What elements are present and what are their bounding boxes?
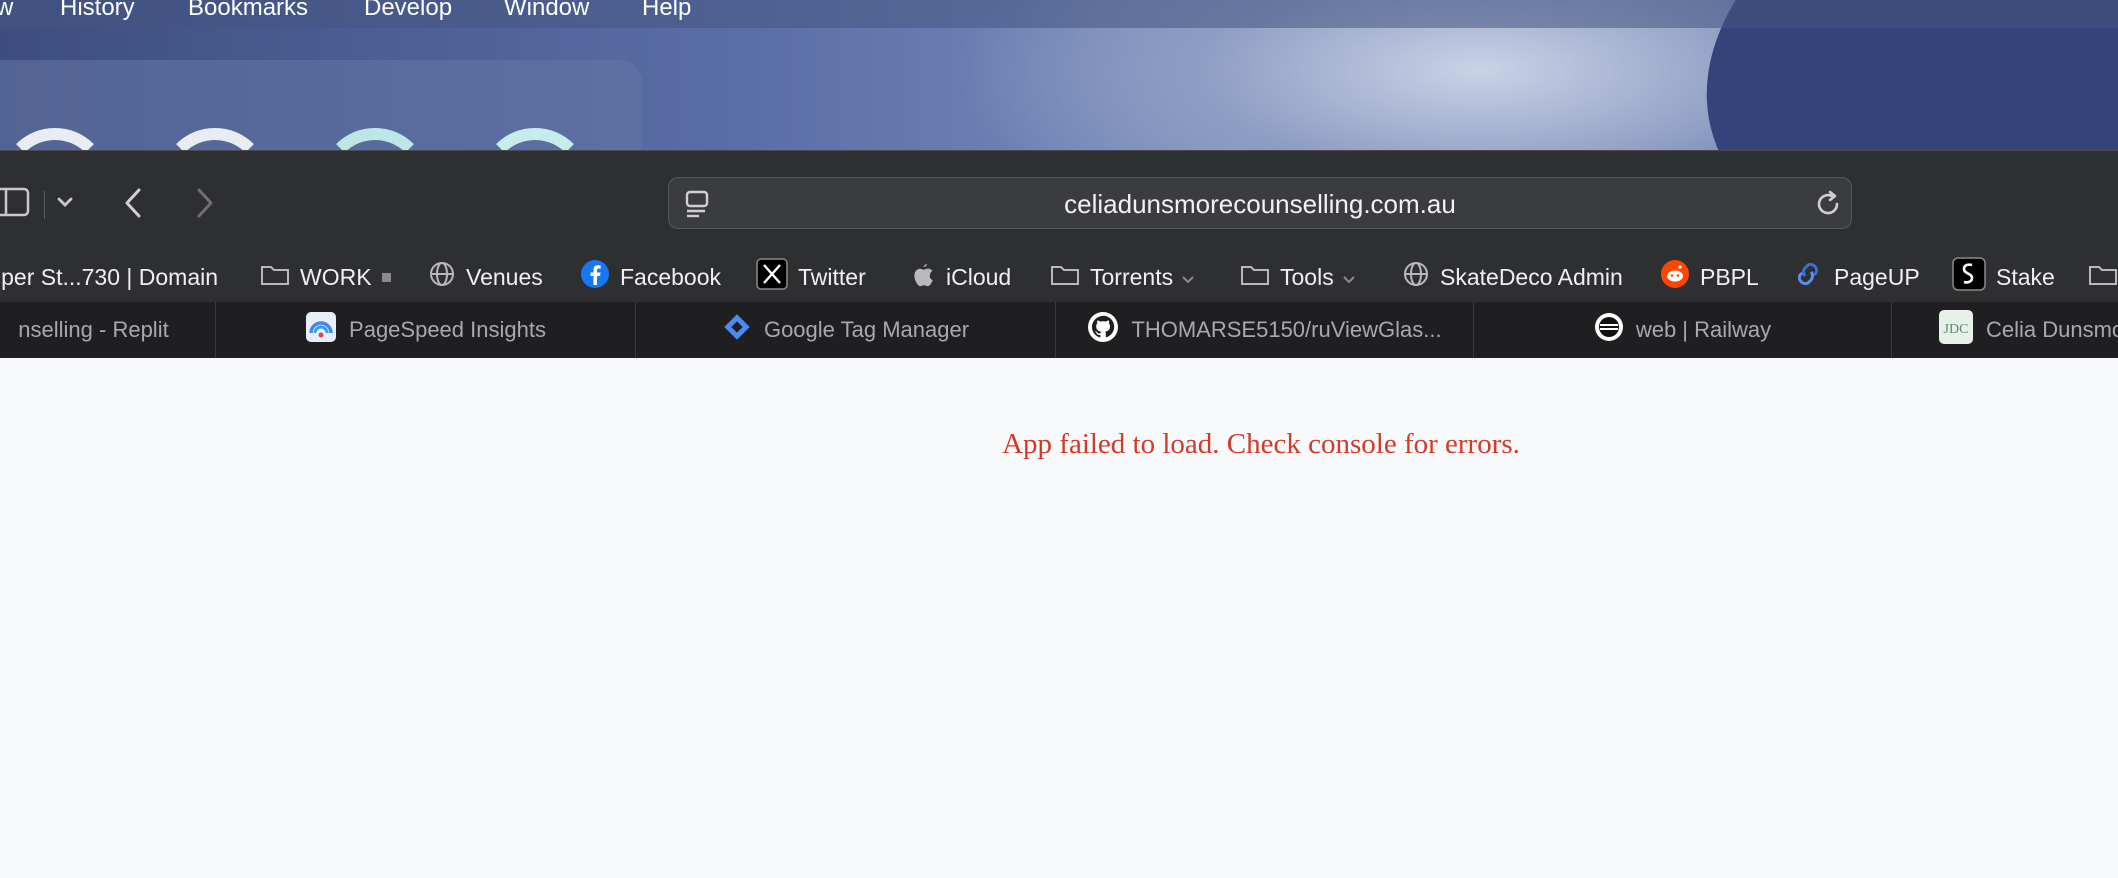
bookmark-label: iCloud: [946, 263, 1012, 290]
tab-label: Celia Dunsmo: [1986, 317, 2118, 342]
globe-icon: [428, 260, 456, 294]
bookmark-pbpl[interactable]: PBPL: [1660, 260, 1759, 294]
address-url[interactable]: celiadunsmorecounselling.com.au: [669, 190, 1851, 218]
tab-google-tag-manager[interactable]: Google Tag Manager: [636, 302, 1056, 358]
tab-label: THOMARSE5150/ruViewGlas...: [1131, 317, 1442, 342]
back-icon[interactable]: [122, 187, 144, 224]
bookmark-label: Twitter: [798, 263, 866, 290]
tab-pagespeed[interactable]: PageSpeed Insights: [216, 302, 636, 358]
bookmark-label: iper St...730 | Domain: [0, 263, 219, 290]
bookmark-label: Stake: [1996, 263, 2055, 290]
pagespeed-icon: [305, 311, 337, 349]
x-icon: [756, 258, 788, 296]
bookmark-twitter[interactable]: Twitter: [756, 258, 866, 296]
menu-item-develop[interactable]: Develop: [364, 0, 452, 22]
tab-replit[interactable]: nselling - Replit: [0, 302, 216, 358]
folder-icon: [1240, 262, 1270, 292]
menu-item-help[interactable]: Help: [642, 0, 691, 22]
tab-bar: nselling - Replit PageSpeed Insights Goo…: [0, 302, 2118, 358]
folder-icon: [1050, 262, 1080, 292]
github-icon: [1087, 311, 1119, 349]
stake-icon: [1952, 257, 1986, 297]
page-content: App failed to load. Check console for er…: [0, 358, 2118, 878]
tab-label: Google Tag Manager: [763, 317, 970, 342]
menu-item-history[interactable]: History: [60, 0, 135, 22]
facebook-icon: [580, 259, 610, 295]
bookmark-folder-tools[interactable]: Tools: [1240, 260, 1356, 294]
bookmark-skatedeco-admin[interactable]: SkateDeco Admin: [1402, 260, 1623, 294]
chevron-down-icon[interactable]: [56, 195, 74, 214]
menu-item-window[interactable]: Window: [504, 0, 589, 22]
bookmark-label: Facebook: [620, 263, 722, 290]
bookmark-icloud[interactable]: iCloud: [910, 260, 1011, 294]
menu-item-bookmarks[interactable]: Bookmarks: [188, 0, 308, 22]
address-bar[interactable]: celiadunsmorecounselling.com.au: [668, 177, 1852, 229]
bookmark-label: Torrents: [1090, 263, 1174, 290]
gtm-icon: [722, 312, 752, 348]
bookmark-label: PageUP: [1834, 263, 1920, 290]
railway-icon: [1594, 312, 1624, 348]
bookmark-facebook[interactable]: Facebook: [580, 260, 721, 294]
chevron-down-icon: [1181, 264, 1195, 291]
tab-railway[interactable]: web | Railway: [1474, 302, 1892, 358]
bookmark-venues[interactable]: Venues: [428, 260, 543, 294]
bookmark-domain[interactable]: iper St...730 | Domain: [0, 260, 218, 294]
tab-label: nselling - Replit: [18, 317, 169, 342]
error-message: App failed to load. Check console for er…: [1002, 428, 1520, 460]
bookmark-label: PBPL: [1700, 263, 1759, 290]
link-icon: [1792, 262, 1824, 292]
folder-icon: [2088, 262, 2118, 292]
tab-label: web | Railway: [1635, 317, 1772, 342]
reload-icon[interactable]: [1815, 190, 1843, 223]
svg-text:JDC: JDC: [1944, 322, 1969, 337]
tab-label: PageSpeed Insights: [349, 317, 546, 342]
forward-icon[interactable]: [194, 187, 216, 224]
reddit-icon: [1660, 259, 1690, 295]
folder-icon: [260, 262, 290, 292]
bookmark-label: WORK: [300, 263, 372, 290]
bookmark-folder-torrents[interactable]: Torrents: [1050, 260, 1195, 294]
system-menubar: w History Bookmarks Develop Window Help: [0, 0, 2118, 28]
desktop-wallpaper: w History Bookmarks Develop Window Help: [0, 0, 2118, 150]
browser-toolbar: celiadunsmorecounselling.com.au: [0, 150, 2118, 253]
apple-icon: [910, 260, 936, 294]
bookmark-label: Tools: [1280, 263, 1334, 290]
bookmark-pageup[interactable]: PageUP: [1792, 260, 1920, 294]
bookmark-folder-work[interactable]: WORK: [260, 260, 391, 294]
bookmark-label: SkateDeco Admin: [1440, 263, 1623, 290]
tab-github[interactable]: THOMARSE5150/ruViewGlas...: [1056, 302, 1474, 358]
globe-icon: [1402, 260, 1430, 294]
bookmark-folder-overflow[interactable]: [2088, 260, 2118, 294]
chevron-down-icon: [1342, 264, 1356, 291]
menu-item-view[interactable]: w: [0, 0, 13, 22]
bookmark-stake[interactable]: Stake: [1952, 257, 2055, 297]
bookmarks-bar: iper St...730 | Domain WORK Venues Faceb…: [0, 252, 2118, 303]
toolbar-divider: [44, 191, 45, 219]
unread-dot-icon: [381, 272, 391, 282]
sidebar-toggle-icon[interactable]: [0, 187, 32, 222]
tab-celia-dunsmore[interactable]: JDC Celia Dunsmo: [1892, 302, 2118, 358]
cdc-icon: JDC: [1938, 309, 1974, 351]
bookmark-label: Venues: [466, 263, 543, 290]
